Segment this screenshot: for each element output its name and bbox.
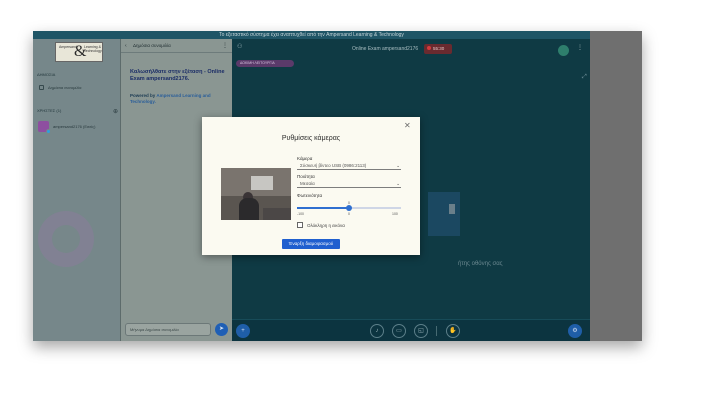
slider-fill [297,207,349,209]
camera-preview [221,168,291,220]
camera-select-value: Σύσκευή βίντεο USB (0986:2113) [300,163,367,168]
raise-hand-button[interactable]: ✋ [446,324,460,338]
connection-status-icon[interactable] [558,45,569,56]
meeting-title: Online Exam ampersand2176 [352,46,419,52]
add-user-icon[interactable]: ⊕ [113,108,118,115]
chat-bubble-icon [39,85,44,90]
microphone-icon: ♪ [375,328,379,334]
close-icon[interactable]: ✕ [404,122,411,130]
bottom-toolbar: + ♪ ▭ ◱ ✋ ⚙ [232,319,590,341]
screenshot-frame: Το εξεταστικό σύστημα έχει αναπτυχθεί απ… [33,31,642,341]
powered-prefix: Powered by [130,93,157,98]
gear-icon: ⚙ [572,328,578,334]
send-icon: ➤ [218,326,225,332]
screen-share-button[interactable]: ◱ [414,324,428,338]
app-logo: Ampersand & Learning & Technology [55,42,103,62]
more-vertical-icon[interactable]: ⋮ [577,44,583,51]
status-dot-icon [46,129,51,134]
brightness-max: 100 [392,212,398,216]
record-dot-icon [427,46,431,50]
screen-icon: ◱ [418,328,424,334]
quality-label: Ποιότητα [297,174,315,179]
sidebar-item-public-chat[interactable]: Δημόσια συνομιλία [48,85,81,90]
chevron-down-icon: ⌄ [396,181,400,186]
toolbar-divider [436,326,437,336]
top-banner: Το εξεταστικό σύστημα έχει αναπτυχθεί απ… [33,31,590,39]
camera-button[interactable]: ▭ [392,324,406,338]
hand-icon: ✋ [449,328,457,334]
user-icon[interactable]: ⚇ [237,43,242,50]
send-button[interactable]: ➤ [215,323,228,336]
options-button[interactable]: ⚙ [568,324,582,338]
screen-share-tile [428,192,460,236]
preview-person [239,198,259,220]
app-window: Το εξεταστικό σύστημα έχει αναπτυχθεί απ… [33,31,590,341]
chat-message-input[interactable]: Μήνυμα Δημόσια συνομιλία [125,323,211,336]
left-sidebar: Ampersand & Learning & Technology ΔΗΜΟΣΙ… [33,39,120,341]
recording-time: 55:30 [433,46,445,51]
full-image-label[interactable]: Ολόκληρη η εικόνα [307,223,345,228]
welcome-message: Καλωσήλθατε στην εξέταση - Online Exam a… [130,69,225,82]
full-image-checkbox[interactable] [297,222,303,228]
brightness-min: -100 [297,212,305,216]
background-logo-icon [38,211,94,267]
camera-icon: ▭ [396,328,402,334]
quality-select[interactable]: Μεσαία ⌄ [297,180,401,188]
recording-indicator[interactable]: 55:30 [424,44,452,54]
microphone-button[interactable]: ♪ [370,324,384,338]
powered-by-message: Powered by Ampersand Learning and Techno… [130,93,226,105]
chevron-down-icon: ⌄ [396,163,400,168]
preview-desk [263,208,291,220]
add-action-button[interactable]: + [236,324,250,338]
chat-title: Δημόσια συνομιλία [133,43,171,48]
status-badge: ΔΟΚΙΜΗ ΛΕΙΤΟΥΡΓΙΑ [236,60,294,67]
start-sharing-button[interactable]: Έναρξη διαμοιρασμού [282,239,340,249]
camera-label: Κάμερα [297,156,313,161]
fullscreen-icon[interactable]: ⤢ [582,74,587,81]
camera-select[interactable]: Σύσκευή βίντεο USB (0986:2113) ⌄ [297,162,401,170]
section-users-title: ΧΡΗΣΤΕΣ (1) [37,108,62,113]
more-vertical-icon[interactable]: ⋮ [222,42,228,49]
slider-handle[interactable] [346,205,352,211]
brightness-label: Φωτεινότητα [297,193,323,198]
brightness-slider[interactable] [297,205,401,211]
camera-settings-modal: ✕ Ρυθμίσεις κάμερας Κάμερα Σύσκευή βίντε… [202,117,420,255]
user-list-item[interactable]: ampersand2176 (Εσείς) [53,124,95,129]
brightness-mid: 0 [348,212,350,216]
screen-share-caption: ήτης οθόνης σας [458,261,503,267]
modal-title: Ρυθμίσεις κάμερας [281,135,341,142]
background-strip [590,31,642,341]
logo-right-text: Learning & Technology [84,45,102,53]
chat-header: ‹ Δημόσια συνομιλία ⋮ [121,39,233,53]
section-public-title: ΔΗΜΟΣΙΑ [37,72,56,77]
quality-select-value: Μεσαία [300,181,315,186]
plus-icon: + [241,328,245,334]
screen-thumbnail [449,204,455,214]
chevron-left-icon[interactable]: ‹ [125,43,127,49]
preview-window [251,176,273,190]
